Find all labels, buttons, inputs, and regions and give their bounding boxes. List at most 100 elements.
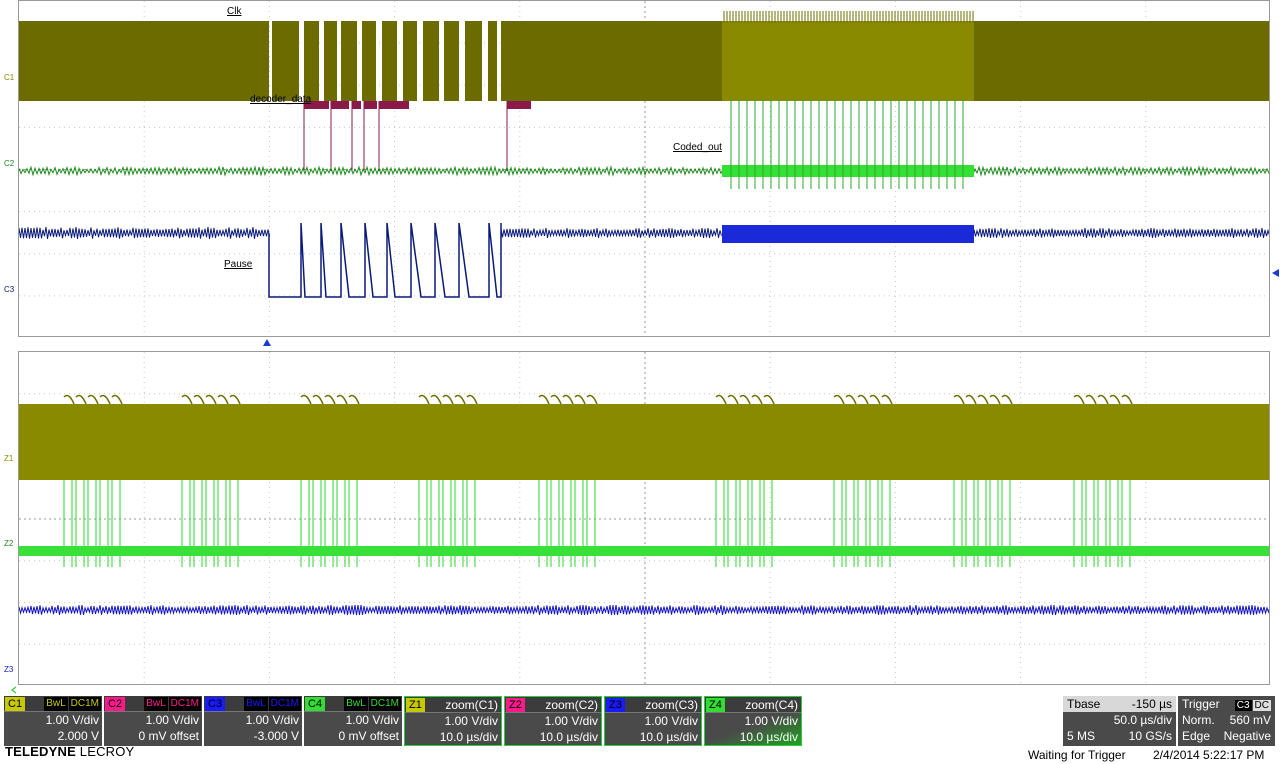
z1-clock-edge bbox=[100, 396, 110, 404]
channel-offset: 0 mV offset bbox=[304, 728, 402, 744]
channel-scale: 1.00 V/div bbox=[4, 712, 102, 728]
z1-clock-edge bbox=[551, 396, 561, 404]
z1-clock-edge bbox=[846, 396, 856, 404]
c2-decoder-pulse bbox=[364, 101, 377, 109]
channel-tag: C1 bbox=[5, 697, 25, 711]
z1-clock-edge bbox=[206, 396, 216, 404]
channel-c1-panel[interactable]: C1 BwL DC1M 1.00 V/div 2.000 V bbox=[4, 696, 102, 746]
z1-clock-edge bbox=[443, 396, 453, 404]
trigger-label: Trigger bbox=[1182, 696, 1220, 712]
z1-clock-edge bbox=[194, 396, 204, 404]
zoom-tag: Z4 bbox=[706, 698, 725, 712]
c1-clock-burst bbox=[444, 21, 459, 101]
z1-clock-edge bbox=[337, 396, 347, 404]
z1-clock-edge bbox=[575, 396, 585, 404]
z1-clock-edge bbox=[1086, 396, 1096, 404]
c3-pause-trace bbox=[501, 228, 722, 238]
channel-c2-panel[interactable]: C2 BwL DC1M 1.00 V/div 0 mV offset bbox=[104, 696, 202, 746]
zoom-time: 10.0 µs/div bbox=[705, 729, 801, 745]
c1-clock-band bbox=[19, 21, 269, 101]
z1-clock-edge bbox=[182, 396, 192, 404]
zoom-waveform-grid[interactable] bbox=[18, 351, 1270, 685]
channel-c3-panel[interactable]: C3 BwL DC1M 1.00 V/div -3.000 V bbox=[204, 696, 302, 746]
z1-clock-edge bbox=[978, 396, 988, 404]
timebase-samples: 5 MS bbox=[1067, 728, 1095, 744]
c1-clock-band bbox=[501, 21, 722, 101]
zoom-scale: 1.00 V/div bbox=[405, 713, 501, 729]
z1-clock-edge bbox=[728, 396, 738, 404]
z1-clock-edge bbox=[752, 396, 762, 404]
trigger-panel[interactable]: Trigger C3 DC Norm. 560 mV Edge Negative bbox=[1178, 696, 1275, 746]
trace-label-pause: Pause bbox=[224, 259, 252, 270]
zoom-z4-panel[interactable]: Z4 zoom(C4) 1.00 V/div 10.0 µs/div bbox=[704, 696, 802, 746]
z1-clock-edge bbox=[966, 396, 976, 404]
trigger-position-marker[interactable] bbox=[262, 338, 272, 347]
trigger-mode: Norm. bbox=[1182, 712, 1215, 728]
z1-clock-edge bbox=[539, 396, 549, 404]
c2-decoder-pulse bbox=[352, 101, 361, 109]
trigger-level-marker[interactable] bbox=[1270, 268, 1280, 278]
z3-pause-trace bbox=[19, 605, 1270, 615]
main-waveform-plot bbox=[19, 1, 1270, 337]
z1-clock-edge bbox=[990, 396, 1000, 404]
zoom-waveform-plot bbox=[19, 352, 1270, 685]
c1-clock-burst bbox=[403, 21, 417, 101]
z1-clock-edge bbox=[467, 396, 477, 404]
coupling-badge: DC1M bbox=[269, 697, 301, 711]
zoom-scale: 1.00 V/div bbox=[705, 713, 801, 729]
channel-offset: 2.000 V bbox=[4, 728, 102, 744]
zoom-left-arrow-icon[interactable] bbox=[8, 686, 20, 694]
z1-clock-edge bbox=[716, 396, 726, 404]
c1-clock-burst bbox=[272, 21, 299, 101]
c2-ground-marker[interactable]: C2 bbox=[4, 160, 14, 168]
c1-ground-marker[interactable]: C1 bbox=[4, 74, 14, 82]
bwl-badge: BwL bbox=[244, 697, 267, 711]
zoom-tag: Z3 bbox=[606, 698, 625, 712]
z1-clock-edge bbox=[313, 396, 323, 404]
z1-clock-edge bbox=[858, 396, 868, 404]
z1-clock-edge bbox=[870, 396, 880, 404]
zoom-scale: 1.00 V/div bbox=[505, 713, 601, 729]
trigger-coupling: DC bbox=[1253, 700, 1271, 711]
coupling-badge: DC1M bbox=[69, 697, 101, 711]
zoom-z3-panel[interactable]: Z3 zoom(C3) 1.00 V/div 10.0 µs/div bbox=[604, 696, 702, 746]
c2-decoder-pulse bbox=[331, 101, 349, 109]
c1-clock-burst bbox=[362, 21, 376, 101]
c3-pause-trace bbox=[19, 227, 270, 239]
channel-c4-panel[interactable]: C4 BwL DC1M 1.00 V/div 0 mV offset bbox=[304, 696, 402, 746]
trace-label-coded-out: Coded_out bbox=[673, 142, 722, 153]
z1-clock-edge bbox=[1110, 396, 1120, 404]
c3-ground-marker[interactable]: C3 bbox=[4, 286, 14, 294]
trace-label-clk: Clk bbox=[227, 6, 241, 17]
z1-clock-edge bbox=[882, 396, 892, 404]
z3-ground-marker[interactable]: Z3 bbox=[4, 666, 13, 674]
zoom-z1-panel[interactable]: Z1 zoom(C1) 1.00 V/div 10.0 µs/div bbox=[404, 696, 502, 746]
c1-clock-burst bbox=[423, 21, 439, 101]
z1-clock-edge bbox=[230, 396, 240, 404]
zoom-scale: 1.00 V/div bbox=[605, 713, 701, 729]
timebase-per-div: 50.0 µs/div bbox=[1114, 712, 1172, 728]
trigger-slope: Negative bbox=[1224, 728, 1271, 744]
z1-ground-marker[interactable]: Z1 bbox=[4, 455, 13, 463]
z1-clock-edge bbox=[1098, 396, 1108, 404]
c1-clock-burst bbox=[488, 21, 497, 101]
c3-pause-trace bbox=[974, 228, 1270, 238]
c4-coded-trace bbox=[19, 167, 1270, 175]
bwl-badge: BwL bbox=[344, 697, 367, 711]
z1-clock-edge bbox=[431, 396, 441, 404]
main-waveform-grid[interactable]: Clk decoder_data Coded_out Pause bbox=[18, 0, 1270, 337]
timebase-panel[interactable]: Tbase -150 µs 50.0 µs/div 5 MS 10 GS/s bbox=[1063, 696, 1176, 746]
trigger-type: Edge bbox=[1182, 728, 1210, 744]
z2-ground-marker[interactable]: Z2 bbox=[4, 540, 13, 548]
c1-clock-burst bbox=[304, 21, 319, 101]
z1-clock-edge bbox=[349, 396, 359, 404]
z1-clock-edge bbox=[764, 396, 774, 404]
channel-tag: C3 bbox=[205, 697, 225, 711]
coupling-badge: DC1M bbox=[369, 697, 401, 711]
z1-clock-edge bbox=[455, 396, 465, 404]
zoom-time: 10.0 µs/div bbox=[605, 729, 701, 745]
zoom-z2-panel[interactable]: Z2 zoom(C2) 1.00 V/div 10.0 µs/div bbox=[504, 696, 602, 746]
c2-decoder-pulse bbox=[507, 101, 531, 109]
coupling-badge: DC1M bbox=[169, 697, 201, 711]
bwl-badge: BwL bbox=[44, 697, 67, 711]
